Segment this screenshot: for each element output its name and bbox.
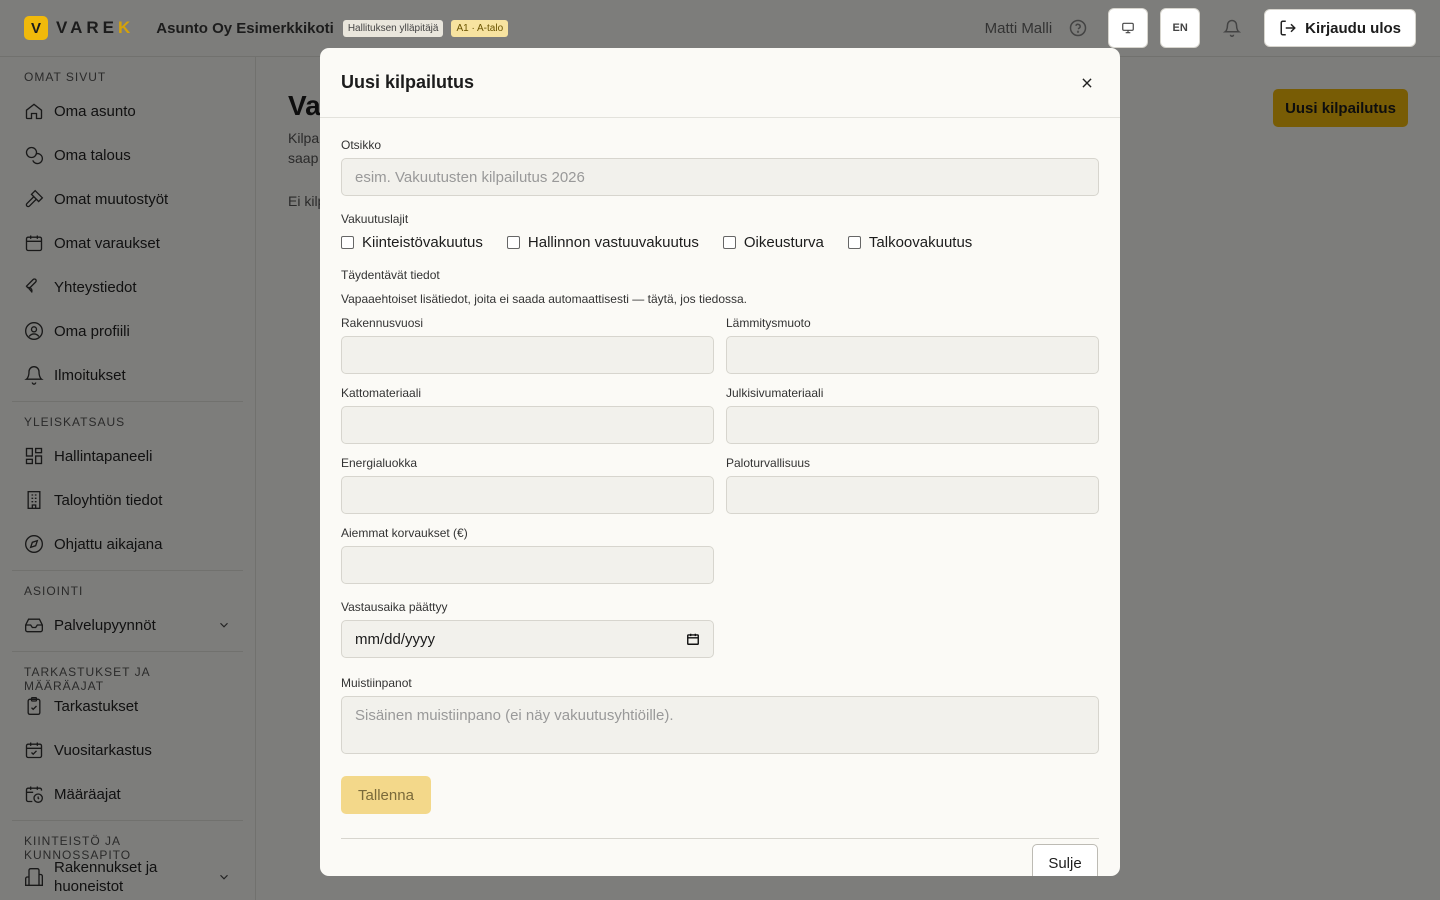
checkbox-label: Oikeusturva [743, 234, 824, 251]
logo-text-main: VARE [56, 18, 118, 37]
modal-title: Uusi kilpailutus [341, 72, 475, 92]
modal-header: Uusi kilpailutus [320, 48, 1120, 118]
fire-input[interactable] [726, 476, 1099, 514]
title-input[interactable]: esim. Vakuutusten kilpailutus 2026 [341, 158, 1099, 196]
deadline-label: Vastausaika päättyy [341, 600, 448, 614]
logout-label: Kirjaudu ulos [1305, 19, 1401, 37]
roof-label: Kattomateriaali [341, 386, 422, 400]
close-icon[interactable] [1075, 71, 1099, 95]
checkbox-oikeusturva[interactable]: Oikeusturva [722, 234, 824, 251]
username: Matti Malli [984, 19, 1053, 37]
save-button[interactable]: Tallenna [341, 776, 431, 814]
insurance-types-group: Kiinteistövakuutus Hallinnon vastuuvakuu… [341, 234, 996, 251]
heating-label: Lämmitysmuoto [726, 316, 811, 330]
role-badge: Hallituksen ylläpitäjä [342, 19, 444, 37]
apartment-badge: A1 · A-talo [451, 19, 509, 37]
logout-icon [1280, 20, 1296, 36]
notifications-bell-icon[interactable] [1212, 8, 1252, 48]
checkbox-hallinnon-vastuuvakuutus[interactable]: Hallinnon vastuuvakuutus [506, 234, 699, 251]
footer-divider [341, 838, 1099, 839]
language-button[interactable]: EN [1160, 8, 1201, 48]
claims-input[interactable] [341, 546, 714, 584]
monitor-icon [1122, 22, 1134, 34]
energy-label: Energialuokka [341, 456, 418, 470]
build-year-input[interactable] [341, 336, 714, 374]
fire-label: Paloturvallisuus [726, 456, 811, 470]
extra-info-title: Täydentävät tiedot [341, 268, 440, 282]
logo[interactable]: V VAREK [24, 16, 134, 40]
help-icon[interactable] [1068, 18, 1088, 38]
logo-mark: V [24, 16, 48, 40]
checkbox-talkoovakuutus[interactable]: Talkoovakuutus [847, 234, 973, 251]
close-button[interactable]: Sulje [1032, 844, 1098, 876]
facade-input[interactable] [726, 406, 1099, 444]
title-label: Otsikko [341, 138, 382, 152]
checkbox-label: Talkoovakuutus [868, 234, 973, 251]
new-tender-modal: Uusi kilpailutus Otsikko esim. Vakuutust… [320, 48, 1120, 876]
display-mode-button[interactable] [1108, 8, 1149, 48]
build-year-label: Rakennusvuosi [341, 316, 424, 330]
checkbox-box[interactable] [506, 236, 520, 249]
calendar-icon [687, 633, 699, 645]
notes-textarea[interactable]: Sisäinen muistiinpano (ei näy vakuutusyh… [341, 696, 1099, 754]
extra-info-hint: Vapaaehtoiset lisätiedot, joita ei saada… [341, 292, 748, 306]
checkbox-kiinteistovakuutus[interactable]: Kiinteistövakuutus [341, 234, 483, 251]
facade-label: Julkisivumateriaali [726, 386, 824, 400]
logo-text-accent: K [117, 18, 135, 37]
checkbox-label: Hallinnon vastuuvakuutus [527, 234, 699, 251]
checkbox-label: Kiinteistövakuutus [362, 234, 483, 251]
claims-label: Aiemmat korvaukset (€) [341, 526, 468, 540]
org-name: Asunto Oy Esimerkkikoti [156, 19, 334, 37]
logo-text: VAREK [56, 18, 134, 38]
roof-input[interactable] [341, 406, 714, 444]
checkbox-box[interactable] [847, 236, 861, 249]
deadline-date-input[interactable]: mm/dd/yyyy [341, 620, 714, 658]
heating-input[interactable] [726, 336, 1099, 374]
logout-button[interactable]: Kirjaudu ulos [1264, 9, 1416, 47]
deadline-value: mm/dd/yyyy [355, 630, 436, 648]
insurance-types-label: Vakuutuslajit [341, 212, 409, 226]
notes-label: Muistiinpanot [341, 676, 412, 690]
checkbox-box[interactable] [722, 236, 736, 249]
checkbox-box[interactable] [341, 236, 354, 249]
energy-input[interactable] [341, 476, 714, 514]
